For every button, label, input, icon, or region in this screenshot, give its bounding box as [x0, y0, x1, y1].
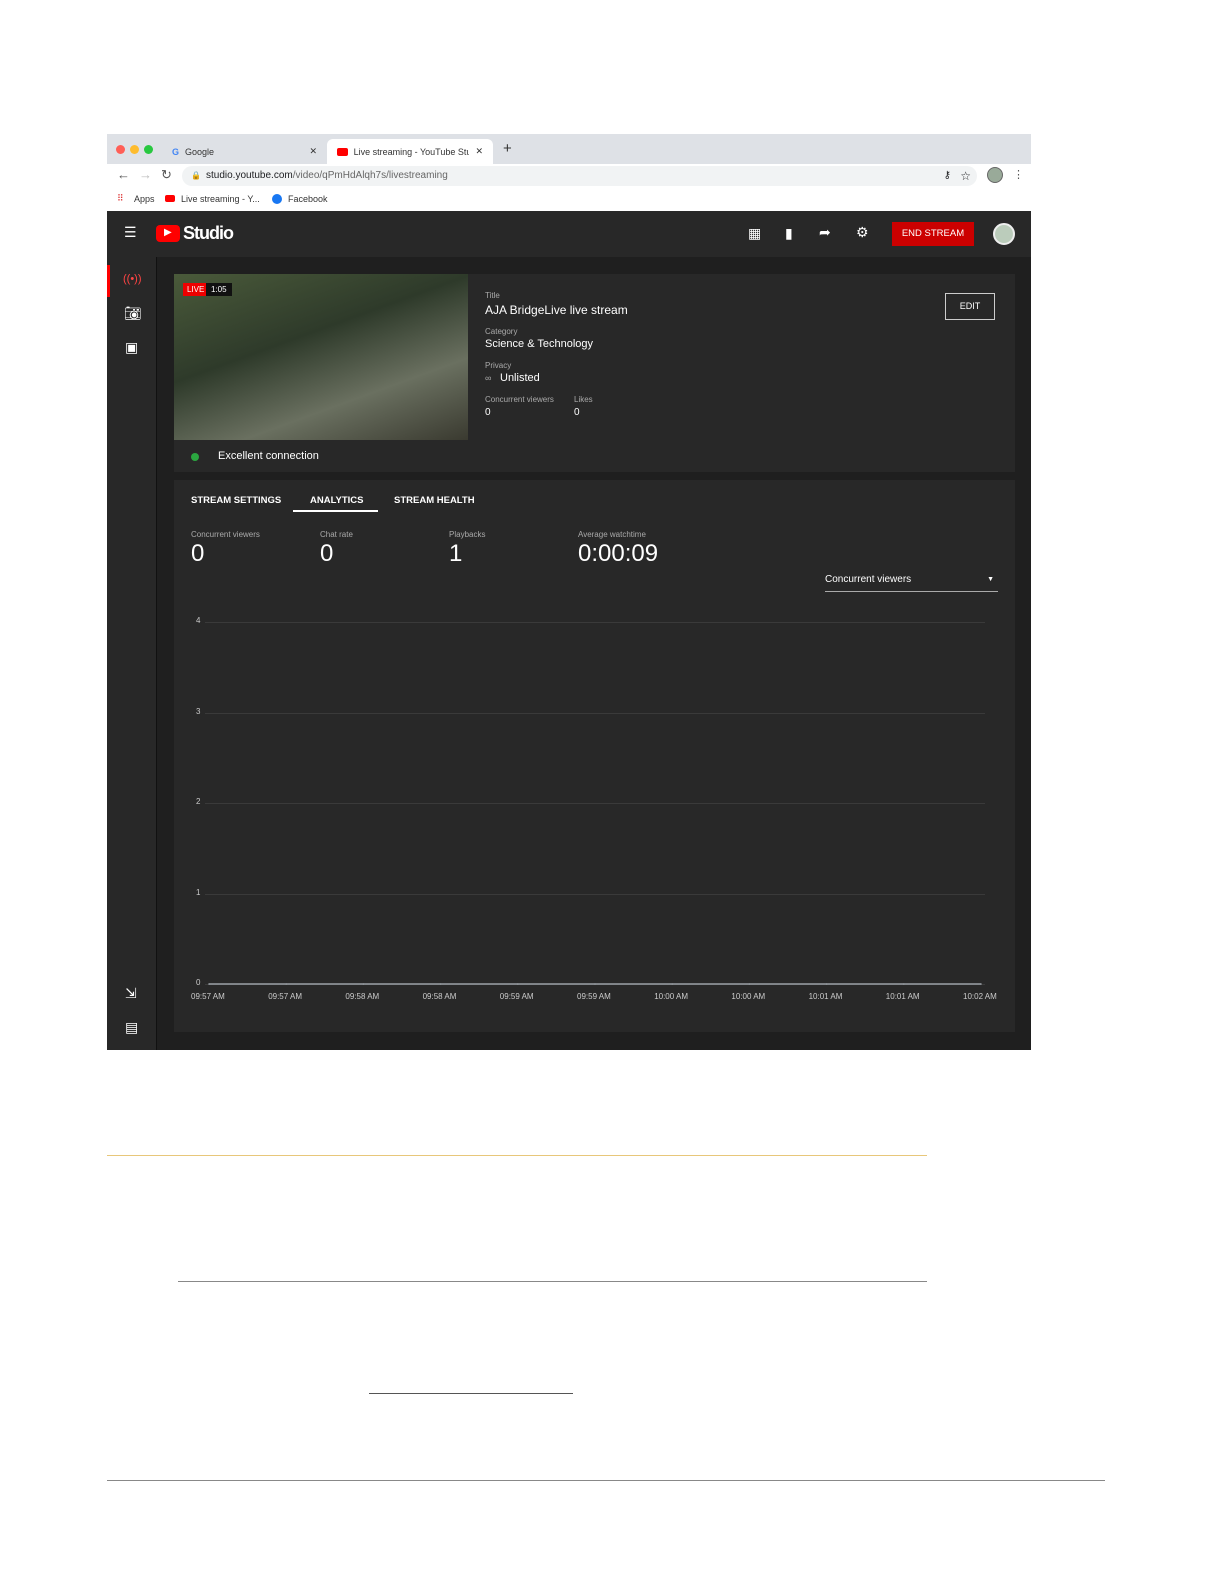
lock-icon: 🔒: [191, 171, 201, 180]
tab-bar: G Google ✕ Live streaming - YouTube Stud…: [107, 134, 1031, 164]
exit-icon[interactable]: ⇲: [125, 985, 137, 1002]
x-tick-label: 09:58 AM: [345, 992, 380, 1001]
back-icon[interactable]: ←: [117, 167, 130, 182]
concurrent-viewers-chart: 0 1 2 3 4 09:57 AM 09:57 AM 09:58 AM 09:58 AM 09:…: [174, 480, 1015, 1032]
gear-icon[interactable]: ⚙: [856, 224, 869, 241]
clapperboard-icon[interactable]: ▦: [748, 225, 761, 242]
account-avatar[interactable]: [993, 223, 1015, 245]
stream-preview[interactable]: LIVE 1:05: [174, 274, 468, 440]
youtube-logo-icon: ▶: [156, 225, 180, 242]
browser-tab-google[interactable]: G Google ✕: [162, 139, 327, 164]
address-row: ← → ↻ 🔒 studio.youtube.com/video/qPmHdAl…: [107, 164, 1031, 188]
data-point[interactable]: [517, 983, 519, 985]
title-label: Title: [485, 291, 500, 300]
x-tick-label: 10:02 AM: [963, 992, 997, 1001]
youtube-icon: [337, 147, 348, 156]
live-icon[interactable]: ((•)): [123, 273, 142, 285]
bookmark-live-streaming[interactable]: Live streaming - Y...: [181, 194, 260, 204]
close-window-button[interactable]: [116, 145, 125, 154]
stream-info-card: LIVE 1:05 Excellent connection Title AJA…: [174, 274, 1015, 472]
facebook-icon: [272, 194, 282, 204]
profile-avatar[interactable]: [987, 167, 1003, 183]
calendar-icon[interactable]: ▣: [125, 339, 138, 356]
close-tab-icon[interactable]: ✕: [475, 146, 483, 157]
edit-button[interactable]: EDIT: [945, 293, 995, 320]
data-point[interactable]: [285, 983, 287, 985]
bookmark-facebook[interactable]: Facebook: [288, 194, 328, 204]
forward-icon[interactable]: →: [139, 167, 152, 182]
data-point[interactable]: [980, 983, 982, 985]
stream-title: AJA BridgeLive live stream: [485, 303, 628, 317]
studio-header: ☰ ▶ Studio ▦ ▮ ➦ ⚙ END STREAM: [107, 211, 1031, 257]
category-label: Category: [485, 327, 518, 336]
divider: [369, 1393, 573, 1394]
x-tick-label: 10:01 AM: [808, 992, 843, 1001]
menu-icon[interactable]: ⋮: [1013, 168, 1024, 181]
hamburger-menu-icon[interactable]: ☰: [124, 224, 137, 241]
x-tick-label: 09:57 AM: [191, 992, 225, 1001]
stream-category: Science & Technology: [485, 338, 594, 350]
data-point[interactable]: [903, 983, 905, 985]
x-tick-label: 10:01 AM: [885, 992, 920, 1001]
bookmark-apps[interactable]: Apps: [134, 194, 155, 204]
privacy-label: Privacy: [485, 361, 512, 370]
data-point[interactable]: [748, 983, 751, 985]
data-point[interactable]: [208, 983, 210, 985]
chart-svg: [208, 983, 982, 985]
x-tick-label: 09:59 AM: [577, 992, 611, 1001]
camera-icon[interactable]: 📷︎: [124, 305, 142, 322]
close-tab-icon[interactable]: ✕: [309, 146, 317, 157]
x-tick-label: 10:00 AM: [654, 992, 688, 1001]
browser-tab-youtube[interactable]: Live streaming - YouTube Stud ✕: [327, 139, 493, 164]
stream-privacy: Unlisted: [500, 372, 540, 384]
browser-screenshot: G Google ✕ Live streaming - YouTube Stud…: [107, 134, 1031, 1050]
google-icon: G: [172, 146, 180, 157]
youtube-icon: [165, 195, 175, 202]
x-tick-label: 10:00 AM: [731, 992, 766, 1001]
key-icon[interactable]: ⚷: [944, 166, 951, 186]
x-tick-label: 09:58 AM: [422, 992, 457, 1001]
data-point[interactable]: [362, 983, 365, 985]
connection-status: Excellent connection: [218, 450, 319, 462]
data-point[interactable]: [825, 983, 828, 985]
x-tick-label: 09:59 AM: [499, 992, 534, 1001]
maximize-window-button[interactable]: [144, 145, 153, 154]
divider: [107, 1155, 927, 1156]
likes-label: Likes: [574, 395, 593, 404]
connection-status-icon: [191, 453, 199, 461]
studio-logo[interactable]: Studio: [183, 223, 234, 244]
likes-value: 0: [574, 407, 580, 418]
feedback-icon[interactable]: ▤: [125, 1019, 138, 1036]
data-point[interactable]: [671, 983, 673, 985]
apps-icon: ⠿: [117, 193, 124, 203]
live-badge: LIVE: [183, 283, 209, 296]
sidebar: ((•)) 📷︎ ▣ ⇲ ▤: [107, 257, 157, 1050]
divider: [178, 1281, 927, 1282]
x-tick-label: 09:57 AM: [268, 992, 302, 1001]
star-icon[interactable]: ☆: [960, 166, 971, 186]
viewers-value: 0: [485, 407, 491, 418]
new-tab-button[interactable]: +: [503, 140, 512, 157]
minimize-window-button[interactable]: [130, 145, 139, 154]
share-icon[interactable]: ➦: [819, 224, 831, 241]
bookmark-icon[interactable]: ▮: [785, 225, 793, 242]
live-duration: 1:05: [206, 283, 232, 296]
bookmarks-bar: ⠿ Apps Live streaming - Y... Facebook: [107, 188, 1031, 211]
url-input[interactable]: 🔒 studio.youtube.com/video/qPmHdAlqh7s/l…: [182, 166, 977, 186]
viewers-label: Concurrent viewers: [485, 395, 554, 404]
divider: [107, 1480, 1105, 1481]
end-stream-button[interactable]: END STREAM: [892, 222, 974, 246]
reload-icon[interactable]: ↻: [161, 167, 172, 183]
link-icon: ∞: [485, 373, 492, 383]
analytics-card: STREAM SETTINGS ANALYTICS STREAM HEALTH …: [174, 480, 1015, 1032]
data-point[interactable]: [439, 983, 442, 985]
data-point[interactable]: [594, 983, 596, 985]
